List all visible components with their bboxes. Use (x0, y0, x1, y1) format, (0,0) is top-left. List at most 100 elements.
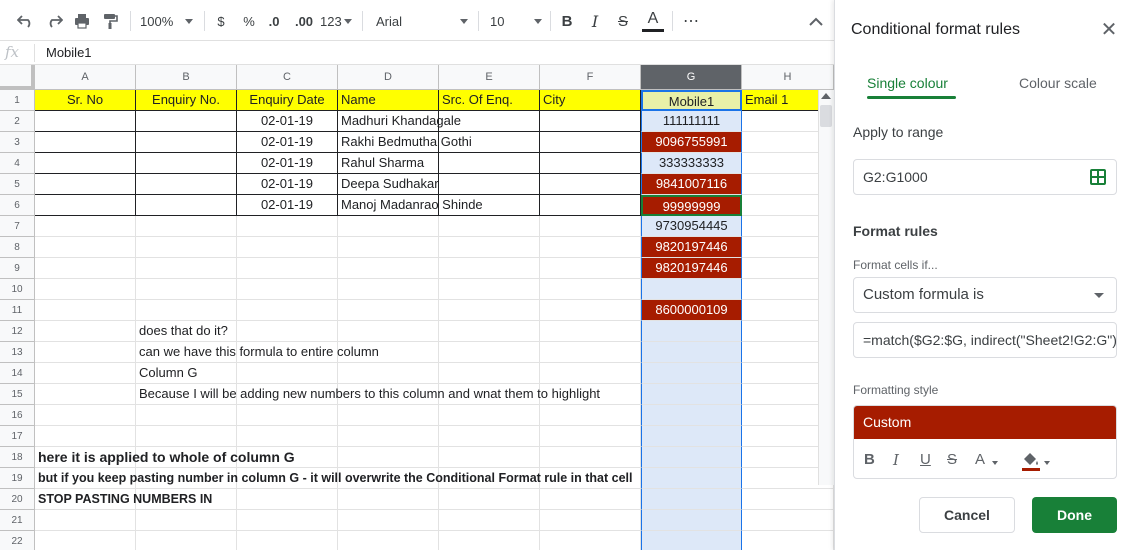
zoom-select[interactable]: 100% (140, 8, 198, 34)
header-cell[interactable]: Enquiry No. (136, 90, 237, 111)
cell[interactable] (338, 510, 439, 531)
cell[interactable] (540, 300, 641, 321)
cell[interactable] (237, 279, 338, 300)
cell[interactable] (136, 279, 237, 300)
row-header[interactable]: 15 (0, 384, 35, 405)
bold-note-cell[interactable]: STOP PASTING NUMBERS IN (35, 489, 212, 510)
cell[interactable] (35, 342, 136, 363)
row-header[interactable]: 11 (0, 300, 35, 321)
style-underline-button[interactable]: U (920, 451, 931, 468)
note-cell[interactable]: Column G (136, 363, 237, 384)
cell[interactable] (338, 489, 439, 510)
undo-icon[interactable] (14, 8, 38, 34)
percent-button[interactable]: % (240, 8, 258, 34)
name-cell[interactable]: Deepa Sudhakar (338, 174, 439, 195)
cell[interactable] (540, 153, 641, 174)
name-cell[interactable]: Rahul Sharma (338, 153, 439, 174)
done-button[interactable]: Done (1032, 497, 1117, 533)
row-header[interactable]: 8 (0, 237, 35, 258)
cell[interactable] (136, 216, 237, 237)
note-cell[interactable]: does that do it? (136, 321, 237, 342)
header-cell[interactable]: City (540, 90, 641, 111)
cell[interactable] (35, 384, 136, 405)
cell[interactable] (338, 258, 439, 279)
cell[interactable] (338, 321, 439, 342)
row-header[interactable]: 19 (0, 468, 35, 489)
cell[interactable] (237, 258, 338, 279)
vertical-scrollbar[interactable] (818, 90, 834, 485)
mobile-cell[interactable]: 9820197446 (641, 237, 742, 258)
cell[interactable] (338, 300, 439, 321)
font-select[interactable]: Arial (376, 8, 468, 34)
cell[interactable] (540, 342, 641, 363)
cell[interactable] (540, 363, 641, 384)
cell[interactable] (742, 531, 834, 550)
column-header-d[interactable]: D (338, 65, 439, 90)
tab-single-colour[interactable]: Single colour (867, 75, 948, 91)
bold-note-cell[interactable]: here it is applied to whole of column G (35, 447, 295, 468)
row-header[interactable]: 18 (0, 447, 35, 468)
cell[interactable] (35, 279, 136, 300)
row-header[interactable]: 5 (0, 174, 35, 195)
cell[interactable] (439, 489, 540, 510)
cell[interactable] (35, 426, 136, 447)
cell[interactable] (439, 363, 540, 384)
cell[interactable] (136, 174, 237, 195)
cell[interactable] (338, 237, 439, 258)
cell[interactable] (641, 363, 742, 384)
redo-icon[interactable] (42, 8, 66, 34)
column-header-h[interactable]: H (742, 65, 834, 90)
cell[interactable] (641, 321, 742, 342)
header-cell[interactable]: Name (338, 90, 439, 111)
mobile-cell[interactable]: 99999999 (641, 195, 742, 216)
number-format-select[interactable]: 123 (320, 8, 354, 34)
mobile-cell[interactable]: 9820197446 (641, 258, 742, 279)
cell[interactable] (540, 405, 641, 426)
row-header[interactable]: 13 (0, 342, 35, 363)
row-header[interactable]: 21 (0, 510, 35, 531)
range-input[interactable]: G2:G1000 (853, 159, 1117, 195)
mobile-cell[interactable]: 9730954445 (641, 216, 742, 237)
row-header[interactable]: 22 (0, 531, 35, 550)
cell[interactable] (338, 531, 439, 550)
cell[interactable] (540, 489, 641, 510)
strikethrough-button[interactable]: S (614, 8, 632, 34)
cell[interactable] (136, 258, 237, 279)
font-size-select[interactable]: 10 (490, 8, 542, 34)
cell[interactable] (136, 132, 237, 153)
column-header-e[interactable]: E (439, 65, 540, 90)
column-header-b[interactable]: B (136, 65, 237, 90)
cell[interactable] (540, 237, 641, 258)
cell[interactable] (136, 426, 237, 447)
cell[interactable] (237, 426, 338, 447)
paint-format-icon[interactable] (98, 8, 122, 34)
cell[interactable] (439, 237, 540, 258)
cell[interactable] (35, 111, 136, 132)
row-header[interactable]: 10 (0, 279, 35, 300)
row-header[interactable]: 7 (0, 216, 35, 237)
cell[interactable] (540, 216, 641, 237)
fill-color-icon[interactable] (1020, 450, 1042, 477)
mobile-cell[interactable]: 111111111 (641, 111, 742, 132)
cell[interactable] (136, 111, 237, 132)
cell[interactable] (641, 510, 742, 531)
cell[interactable] (35, 531, 136, 550)
cell[interactable] (35, 510, 136, 531)
cancel-button[interactable]: Cancel (919, 497, 1015, 533)
select-all-corner[interactable] (0, 65, 35, 90)
cell[interactable] (136, 510, 237, 531)
style-bold-button[interactable]: B (864, 451, 875, 468)
cell[interactable] (237, 510, 338, 531)
cell[interactable] (439, 426, 540, 447)
cell[interactable] (439, 342, 540, 363)
cell[interactable] (439, 174, 540, 195)
cell[interactable] (742, 489, 834, 510)
cell[interactable] (742, 510, 834, 531)
cell[interactable] (35, 405, 136, 426)
cell[interactable] (439, 405, 540, 426)
cell[interactable] (338, 447, 439, 468)
style-strike-button[interactable]: S (947, 451, 957, 468)
style-italic-button[interactable]: I (893, 451, 899, 469)
cell[interactable] (540, 132, 641, 153)
cell[interactable] (35, 174, 136, 195)
